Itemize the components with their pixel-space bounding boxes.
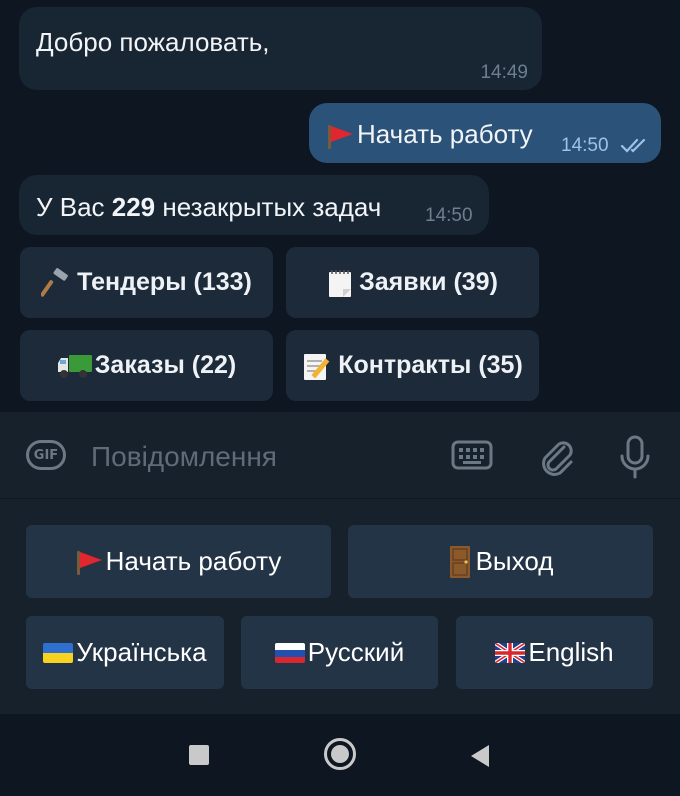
ukrainian-language-button[interactable]: Українська <box>26 616 224 689</box>
message-bubble-tasks: У Вас 229 незакрытых задач 14:50 <box>19 175 489 235</box>
button-label: English <box>528 637 614 667</box>
uk-flag-icon <box>495 642 526 663</box>
message-text: Начать работу <box>357 119 533 149</box>
russian-language-button[interactable]: Русский <box>241 616 438 689</box>
exit-button[interactable]: Выход <box>348 525 653 598</box>
memo-icon <box>304 353 330 380</box>
message-time: 14:50 <box>425 205 473 226</box>
button-label: Заказы (22) <box>94 351 237 379</box>
start-work-button[interactable]: Начать работу <box>26 525 331 598</box>
contracts-button[interactable]: Контракты (35) <box>286 330 539 401</box>
ukraine-flag-icon <box>43 642 74 663</box>
button-label: Заявки (39) <box>359 268 498 296</box>
home-button[interactable] <box>324 738 356 770</box>
back-button[interactable] <box>469 744 491 768</box>
reply-keyboard: Начать работу Выход Українська Русский E… <box>0 498 680 715</box>
button-label: Тендеры (133) <box>77 268 252 296</box>
requests-button[interactable]: Заявки (39) <box>286 247 539 318</box>
message-bubble-start-work: Начать работу 14:50 <box>309 103 661 163</box>
microphone-icon[interactable] <box>617 434 653 480</box>
button-label: Контракты (35) <box>338 351 523 379</box>
door-icon <box>449 545 470 578</box>
system-navigation-bar <box>0 714 680 796</box>
button-label: Русский <box>307 637 405 667</box>
text-part: У Вас <box>36 192 112 222</box>
russia-flag-icon <box>274 642 305 663</box>
english-language-button[interactable]: English <box>456 616 653 689</box>
button-label: Українська <box>76 637 207 667</box>
tenders-button[interactable]: Тендеры (133) <box>20 247 273 318</box>
task-count: 229 <box>111 192 156 222</box>
red-flag-icon <box>327 125 353 150</box>
chat-area: Добро пожаловать, 14:49 Начать работу 14… <box>0 0 680 412</box>
attach-icon[interactable] <box>537 434 575 478</box>
message-input[interactable]: Повідомлення <box>91 441 277 473</box>
message-content: Начать работу <box>327 119 533 150</box>
text-part: незакрытых задач <box>155 192 382 222</box>
hammer-icon <box>41 267 68 297</box>
home-button-inner <box>331 745 349 763</box>
message-time: 14:49 <box>480 62 528 83</box>
recent-apps-button[interactable] <box>189 745 209 765</box>
gif-icon[interactable]: GIF <box>26 440 66 470</box>
message-text: У Вас 229 незакрытых задач <box>36 192 381 223</box>
red-flag-icon <box>76 550 102 575</box>
message-time: 14:50 <box>561 135 609 156</box>
orders-button[interactable]: Заказы (22) <box>20 330 273 401</box>
truck-icon <box>57 354 92 378</box>
button-label: Начать работу <box>105 546 282 576</box>
notepad-icon <box>329 269 352 297</box>
keyboard-icon[interactable] <box>451 439 493 471</box>
button-label: Выход <box>475 546 554 576</box>
message-text: Добро пожаловать, <box>36 27 270 57</box>
double-check-icon <box>620 138 646 153</box>
message-bubble-welcome: Добро пожаловать, 14:49 <box>19 7 542 90</box>
